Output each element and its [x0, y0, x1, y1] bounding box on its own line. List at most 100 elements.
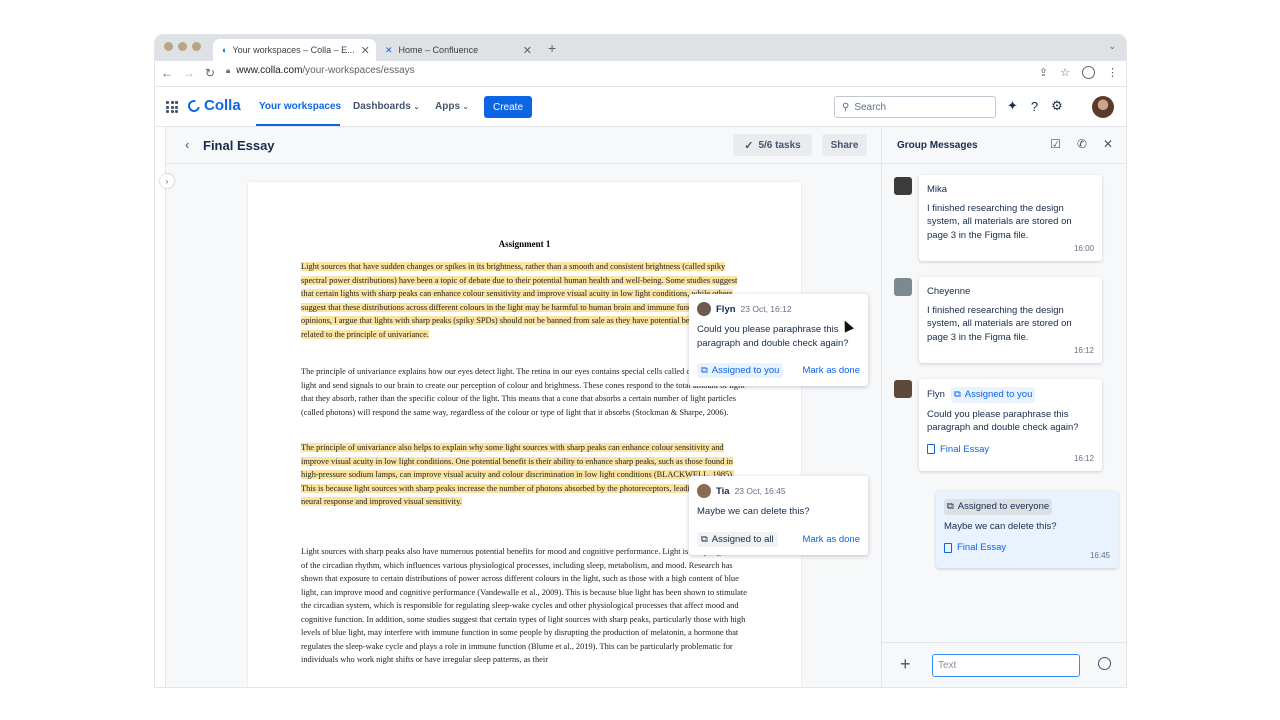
forward-arrow-icon[interactable]: →: [183, 66, 195, 80]
notifications-icon[interactable]: ✦: [1007, 98, 1018, 114]
paragraph-3[interactable]: The principle of univariance also helps …: [301, 441, 748, 509]
browser-tab-workspaces[interactable]: ◖ Your workspaces – Colla – E... ✕: [213, 39, 376, 61]
browser-menu-icon[interactable]: ⋮: [1107, 66, 1118, 79]
comment-card-flyn[interactable]: Flyn 23 Oct, 16:12 Could you please para…: [689, 294, 868, 386]
comment-date: 23 Oct, 16:12: [740, 304, 792, 314]
close-tab-icon[interactable]: ✕: [523, 44, 532, 57]
browser-tab-confluence[interactable]: ✕ Home – Confluence ✕: [377, 39, 540, 61]
assigned-badge[interactable]: ⧉ Assigned to everyone: [944, 499, 1053, 515]
active-nav-indicator: [256, 124, 340, 126]
tasks-label: 5/6 tasks: [758, 139, 801, 151]
message-cheyenne[interactable]: Cheyenne I finished researching the desi…: [919, 277, 1102, 363]
message-header: Flyn ⧉ Assigned to you: [927, 387, 1094, 403]
file-icon: [944, 542, 952, 553]
url-host: www.colla.com: [236, 65, 303, 76]
comment-header: Flyn 23 Oct, 16:12: [689, 294, 868, 316]
flyn-avatar: [894, 380, 912, 398]
profile-icon[interactable]: [1082, 66, 1095, 79]
bookmark-star-icon[interactable]: ☆: [1060, 66, 1070, 79]
address-bar-actions: ⇪ ☆ ⋮: [1039, 66, 1118, 79]
search-input[interactable]: ⚲ Search: [834, 96, 996, 118]
maximize-window-dot[interactable]: [192, 42, 201, 51]
check-circle-icon: ✓: [744, 139, 754, 152]
assigned-label: Assigned to everyone: [957, 501, 1050, 512]
paragraph-4[interactable]: Light sources with sharp peaks also have…: [301, 545, 748, 667]
tab-menu-icon[interactable]: ⌄: [1108, 41, 1116, 52]
message-text: I finished researching the design system…: [927, 304, 1072, 343]
minimize-window-dot[interactable]: [178, 42, 187, 51]
url-field[interactable]: 🔒︎ www.colla.com/your-workspaces/essays: [226, 65, 415, 76]
close-tab-icon[interactable]: ✕: [361, 44, 370, 57]
reload-icon[interactable]: ↻: [205, 66, 215, 80]
emoji-icon[interactable]: [1098, 657, 1111, 670]
nav-dashboards[interactable]: Dashboards ⌄: [353, 101, 419, 112]
settings-gear-icon[interactable]: ⚙: [1051, 98, 1063, 114]
final-essay-link[interactable]: Final Essay: [927, 443, 1094, 457]
document-page[interactable]: Assignment 1 Light sources that have sud…: [248, 182, 801, 687]
share-button[interactable]: Share: [822, 134, 867, 156]
share-page-icon[interactable]: ⇪: [1039, 66, 1048, 79]
message-text: Could you please paraphrase this paragra…: [927, 408, 1079, 434]
final-essay-link[interactable]: Final Essay: [944, 541, 1110, 555]
assigned-badge[interactable]: ⧉ Assigned to all: [697, 532, 778, 547]
comment-header: Tia 23 Oct, 16:45: [689, 476, 868, 498]
assigned-badge[interactable]: ⧉ Assigned to you: [697, 363, 784, 378]
group-messages-panel: Group Messages ☑ ✆ ✕ Mika I finished res…: [881, 127, 1126, 687]
link-label: Final Essay: [957, 542, 1007, 553]
app-switcher-icon[interactable]: [166, 101, 178, 113]
chevron-down-icon: ⌄: [413, 104, 420, 111]
sender-name: Cheyenne: [927, 286, 971, 297]
close-icon[interactable]: ✕: [1103, 137, 1113, 151]
back-chevron-icon[interactable]: ‹: [185, 137, 189, 152]
help-icon[interactable]: ?: [1031, 99, 1038, 114]
tab-label: Your workspaces – Colla – E...: [232, 45, 355, 55]
document-header: ‹ Final Essay ✓ 5/6 tasks Share: [166, 127, 882, 164]
task-list-icon[interactable]: ☑: [1050, 137, 1061, 151]
message-input[interactable]: Text: [932, 654, 1080, 677]
highlighted-text: Light sources that have sudden changes o…: [301, 262, 747, 339]
comment-footer: ⧉ Assigned to you Mark as done: [697, 363, 860, 378]
comment-footer: ⧉ Assigned to all Mark as done: [697, 532, 860, 547]
user-avatar[interactable]: [1092, 96, 1114, 118]
message-header: ⧉ Assigned to everyone: [944, 499, 1110, 515]
add-attachment-icon[interactable]: +: [900, 654, 911, 675]
assigned-badge[interactable]: ⧉ Assigned to you: [950, 387, 1036, 403]
browser-window: ◖ Your workspaces – Colla – E... ✕ ✕ Hom…: [155, 35, 1126, 687]
message-flyn[interactable]: Flyn ⧉ Assigned to you Could you please p…: [919, 379, 1102, 471]
colla-logo[interactable]: Colla: [185, 97, 241, 114]
brand-name: Colla: [204, 97, 241, 114]
task-icon: ⧉: [953, 389, 961, 400]
highlighted-text: The principle of univariance also helps …: [301, 443, 738, 506]
commenter-name: Tia: [716, 485, 730, 497]
nav-apps[interactable]: Apps ⌄: [435, 101, 469, 112]
task-icon: ⧉: [947, 501, 954, 512]
nav-apps-label: Apps: [435, 101, 460, 112]
app-header: Colla Your workspaces Dashboards ⌄ Apps …: [155, 87, 1126, 127]
sender-name: Mika: [927, 184, 948, 195]
mark-as-done-button[interactable]: Mark as done: [802, 365, 860, 376]
tasks-button[interactable]: ✓ 5/6 tasks: [733, 134, 812, 156]
paragraph-1[interactable]: Light sources that have sudden changes o…: [301, 260, 748, 341]
comment-card-tia[interactable]: Tia 23 Oct, 16:45 Maybe we can delete th…: [689, 476, 868, 555]
colla-logo-icon: [185, 97, 203, 114]
assigned-label: Assigned to all: [711, 534, 774, 545]
tab-strip: ◖ Your workspaces – Colla – E... ✕ ✕ Hom…: [155, 35, 1126, 61]
message-mika[interactable]: Mika I finished researching the design s…: [919, 175, 1102, 261]
page-title: Final Essay: [203, 138, 275, 153]
nav-your-workspaces[interactable]: Your workspaces: [259, 101, 341, 112]
create-button[interactable]: Create: [484, 96, 532, 118]
mark-as-done-button[interactable]: Mark as done: [802, 534, 860, 545]
message-time: 16:12: [1073, 345, 1094, 355]
new-tab-icon[interactable]: +: [548, 40, 556, 56]
expand-sidebar-icon[interactable]: ›: [160, 174, 174, 188]
paragraph-2[interactable]: The principle of univariance explains ho…: [301, 365, 748, 419]
commenter-avatar: [697, 302, 711, 316]
tab-label: Home – Confluence: [398, 45, 479, 55]
comment-date: 23 Oct, 16:45: [734, 486, 786, 496]
close-window-dot[interactable]: [164, 42, 173, 51]
back-arrow-icon[interactable]: ←: [161, 66, 173, 80]
phone-icon[interactable]: ✆: [1077, 137, 1087, 151]
url-path: /your-workspaces/essays: [302, 65, 415, 76]
panel-title: Group Messages: [897, 140, 978, 151]
message-own[interactable]: ⧉ Assigned to everyone Maybe we can delet…: [936, 491, 1118, 568]
